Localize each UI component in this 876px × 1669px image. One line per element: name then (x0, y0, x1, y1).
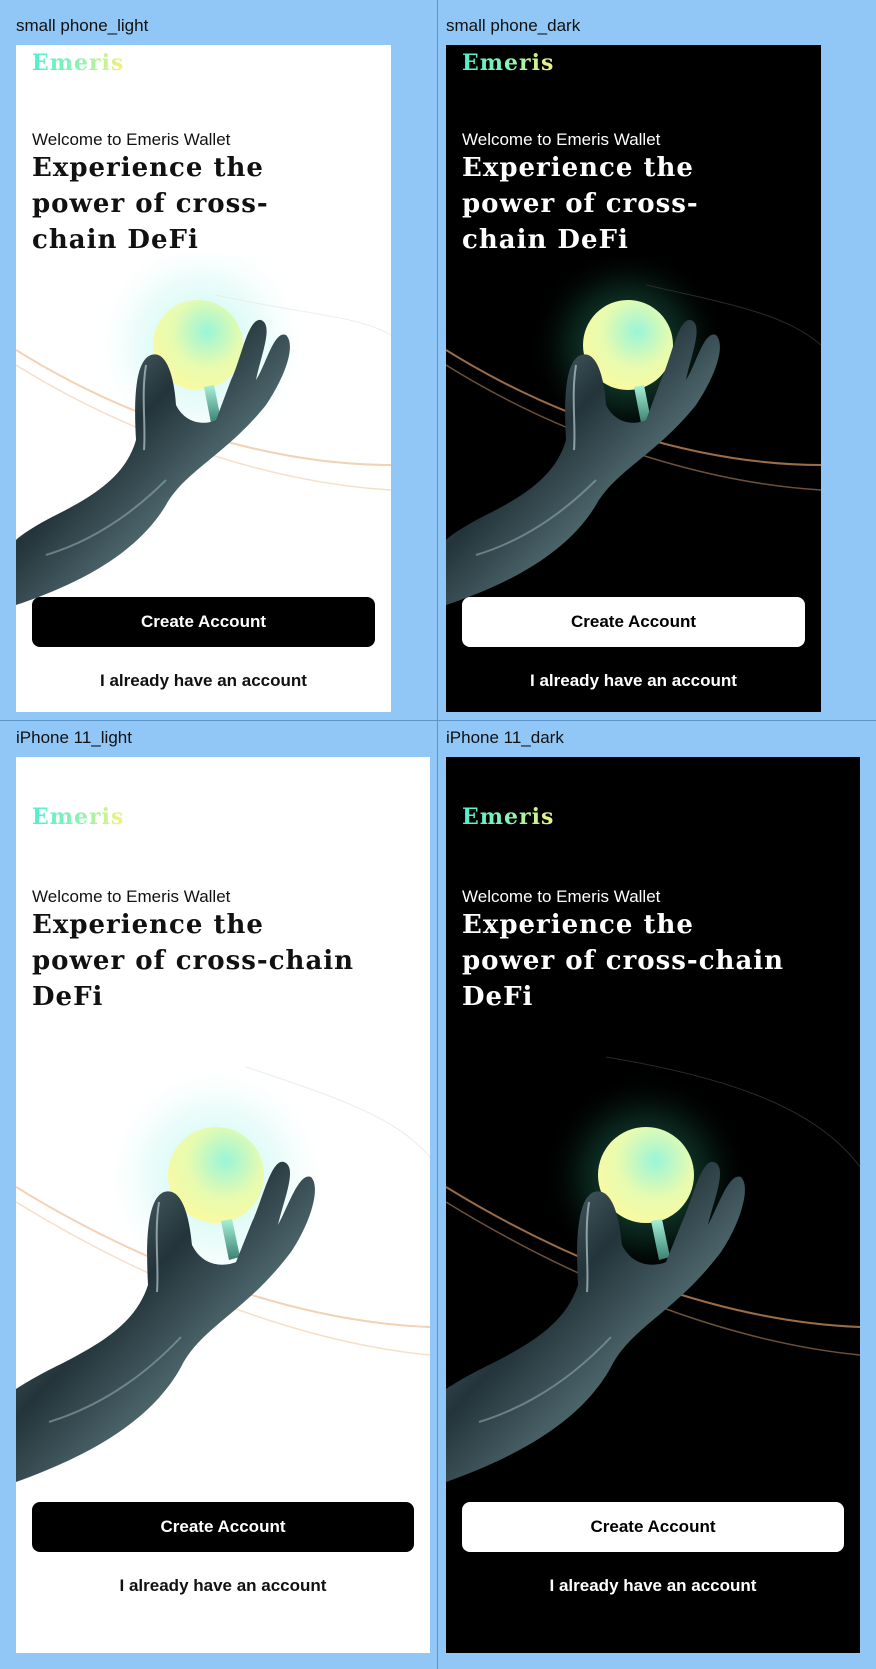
hand-orb-illustration (446, 255, 821, 605)
create-account-button[interactable]: Create Account (462, 1502, 844, 1552)
hand-orb-illustration (446, 1056, 860, 1482)
headline-line-1: Experience the (32, 910, 264, 940)
create-account-button[interactable]: Create Account (462, 597, 805, 647)
headline-line-3: chain DeFi (32, 225, 199, 255)
frame-small-dark: Emeris Welcome to Emeris Wallet Experien… (446, 45, 821, 712)
headline-line-1: Experience the (32, 153, 264, 183)
emeris-logo: Emeris (462, 50, 555, 76)
login-link[interactable]: I already have an account (16, 671, 391, 691)
headline-line-2: power of cross-chain (462, 946, 785, 976)
hand-orb-illustration (16, 255, 391, 605)
login-link[interactable]: I already have an account (446, 671, 821, 691)
headline: Experience the power of cross- chain DeF… (462, 150, 699, 258)
frame-label-small-dark: small phone_dark (446, 16, 581, 35)
headline-line-3: DeFi (32, 982, 104, 1012)
welcome-text: Welcome to Emeris Wallet (32, 887, 231, 906)
welcome-text: Welcome to Emeris Wallet (462, 887, 661, 906)
headline-line-2: power of cross- (462, 189, 699, 219)
frame-label-small-light: small phone_light (16, 16, 149, 35)
headline-line-3: chain DeFi (462, 225, 629, 255)
hand-orb-illustration (16, 1062, 430, 1482)
frame-label-iphone-light: iPhone 11_light (16, 728, 132, 747)
welcome-text: Welcome to Emeris Wallet (462, 130, 661, 149)
frame-label-iphone-dark: iPhone 11_dark (446, 728, 564, 747)
headline-line-2: power of cross-chain (32, 946, 355, 976)
headline: Experience the power of cross-chain DeFi (32, 907, 354, 1015)
headline: Experience the power of cross-chain DeFi (462, 907, 784, 1015)
login-link[interactable]: I already have an account (16, 1576, 430, 1596)
frame-small-light: Emeris Welcome to Emeris Wallet Experien… (16, 45, 391, 712)
emeris-logo: Emeris (32, 50, 125, 76)
frame-divider-vertical (437, 0, 438, 1669)
frame-iphone-light: Emeris Welcome to Emeris Wallet Experien… (16, 757, 430, 1653)
frame-iphone-dark: Emeris Welcome to Emeris Wallet Experien… (446, 757, 860, 1653)
create-account-button[interactable]: Create Account (32, 1502, 414, 1552)
headline-line-3: DeFi (462, 982, 534, 1012)
headline-line-1: Experience the (462, 153, 694, 183)
headline-line-2: power of cross- (32, 189, 269, 219)
emeris-logo: Emeris (32, 804, 125, 830)
login-link[interactable]: I already have an account (446, 1576, 860, 1596)
headline-line-1: Experience the (462, 910, 694, 940)
create-account-button[interactable]: Create Account (32, 597, 375, 647)
frame-divider-horizontal (0, 720, 876, 721)
welcome-text: Welcome to Emeris Wallet (32, 130, 231, 149)
emeris-logo: Emeris (462, 804, 555, 830)
headline: Experience the power of cross- chain DeF… (32, 150, 269, 258)
